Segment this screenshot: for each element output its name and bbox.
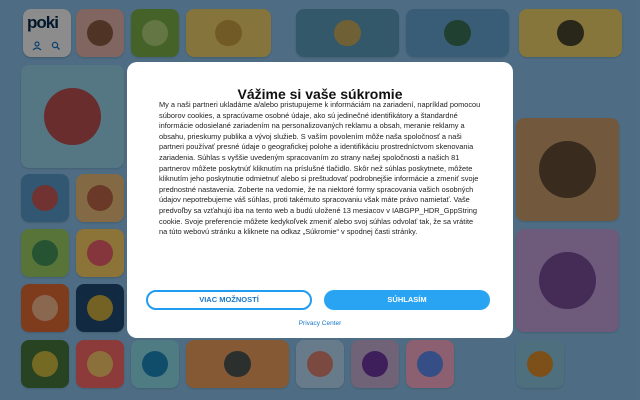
privacy-center-link[interactable]: Privacy Center [127, 320, 513, 327]
dialog-body: My a naši partneri ukladáme a/alebo pris… [159, 100, 481, 237]
agree-button[interactable]: SÚHLASÍM [324, 290, 490, 310]
more-options-button[interactable]: VIAC MOŽNOSTÍ [146, 290, 312, 310]
consent-dialog: Vážime si vaše súkromie My a naši partne… [127, 62, 513, 338]
